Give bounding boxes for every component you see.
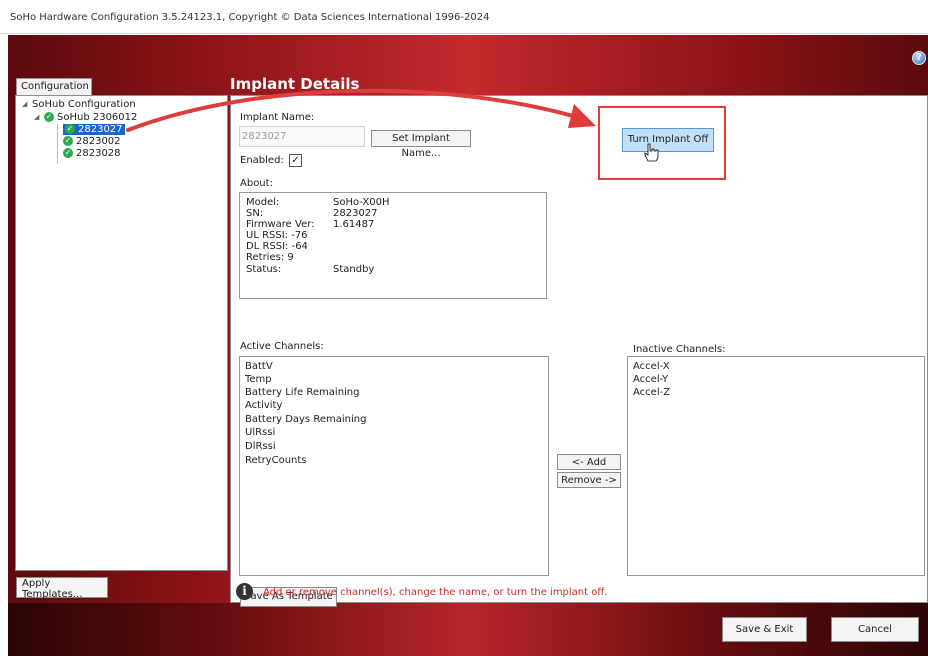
collapse-icon[interactable]: ◢ (22, 100, 27, 108)
info-message: Add or remove channel(s), change the nam… (263, 587, 608, 598)
status-ok-icon: ✓ (63, 136, 73, 146)
tree-implant-label: 2823002 (76, 136, 121, 147)
collapse-icon[interactable]: ◢ (34, 113, 39, 121)
add-channel-button[interactable]: <- Add (557, 454, 621, 470)
about-key: Retries: 9 (246, 252, 294, 263)
tree-implant-label: 2823028 (76, 148, 121, 159)
tree-root-label: SoHub Configuration (32, 99, 136, 110)
cancel-button[interactable]: Cancel (831, 617, 919, 642)
turn-implant-off-button[interactable]: Turn Implant Off (622, 128, 714, 152)
status-ok-icon: ✓ (65, 124, 75, 134)
tree-item-hub[interactable]: ✓ SoHub 2306012 (44, 112, 137, 124)
inactive-channels-label: Inactive Channels: (633, 344, 726, 355)
page-title: Implant Details (230, 75, 360, 93)
active-channels-list[interactable]: BattV Temp Battery Life Remaining Activi… (239, 356, 549, 576)
save-exit-button[interactable]: Save & Exit (722, 617, 807, 642)
about-value: 2823027 (333, 208, 378, 219)
status-ok-icon: ✓ (63, 148, 73, 158)
active-channels-label: Active Channels: (240, 341, 324, 352)
tree-item-implant[interactable]: ✓ 2823002 (63, 136, 121, 148)
enabled-label: Enabled: (240, 155, 284, 166)
about-box: Model: SoHo-X00H SN: 2823027 Firmware Ve… (239, 192, 547, 299)
list-item[interactable]: BattV (245, 361, 273, 373)
title-bar: SoHo Hardware Configuration 3.5.24123.1,… (0, 0, 928, 34)
list-item[interactable]: DlRssi (245, 441, 276, 453)
about-key: Status: (246, 264, 282, 275)
tree-implant-label: 2823027 (78, 124, 123, 135)
help-icon[interactable]: ? (912, 51, 926, 65)
enabled-checkbox[interactable]: ✓ (289, 154, 302, 167)
tree-selection: ✓ 2823027 (63, 124, 125, 135)
about-key: SN: (246, 208, 264, 219)
tree-connector (57, 124, 58, 164)
list-item[interactable]: Temp (245, 374, 272, 386)
list-item[interactable]: UlRssi (245, 427, 275, 439)
about-value: SoHo-X00H (333, 197, 390, 208)
list-item[interactable]: RetryCounts (245, 455, 307, 467)
about-key: Firmware Ver: (246, 219, 315, 230)
list-item[interactable]: Battery Days Remaining (245, 414, 366, 426)
about-key: UL RSSI: -76 (246, 230, 308, 241)
remove-channel-button[interactable]: Remove -> (557, 472, 621, 488)
about-key: Model: (246, 197, 280, 208)
status-ok-icon: ✓ (44, 112, 54, 122)
list-item[interactable]: Accel-X (633, 361, 670, 373)
configuration-tree: ◢ SoHub Configuration ◢ ✓ SoHub 2306012 ✓… (15, 95, 228, 571)
app-window: ? Configuration ◢ SoHub Configuration ◢ … (8, 35, 928, 656)
about-label: About: (240, 178, 273, 189)
apply-templates-button[interactable]: Apply Templates... (16, 577, 108, 600)
set-implant-name-button[interactable]: Set Implant Name... (371, 130, 471, 159)
implant-details-panel: Implant Name: Set Implant Name... Enable… (230, 95, 928, 607)
tree-item-implant[interactable]: ✓ 2823027 (63, 124, 125, 136)
implant-name-label: Implant Name: (240, 112, 315, 123)
about-key: DL RSSI: -64 (246, 241, 308, 252)
about-value: 1.61487 (333, 219, 375, 230)
tree-item-root[interactable]: SoHub Configuration (32, 99, 136, 111)
tree-hub-label: SoHub 2306012 (57, 112, 138, 123)
list-item[interactable]: Accel-Y (633, 374, 668, 386)
list-item[interactable]: Battery Life Remaining (245, 387, 360, 399)
tab-configuration[interactable]: Configuration (16, 78, 92, 96)
list-item[interactable]: Activity (245, 400, 282, 412)
info-icon: i (236, 583, 253, 600)
tree-item-implant[interactable]: ✓ 2823028 (63, 148, 121, 160)
inactive-channels-list[interactable]: Accel-X Accel-Y Accel-Z (627, 356, 925, 576)
list-item[interactable]: Accel-Z (633, 387, 670, 399)
implant-name-input[interactable] (239, 126, 365, 147)
window-title: SoHo Hardware Configuration 3.5.24123.1,… (10, 12, 490, 23)
about-value: Standby (333, 264, 375, 275)
